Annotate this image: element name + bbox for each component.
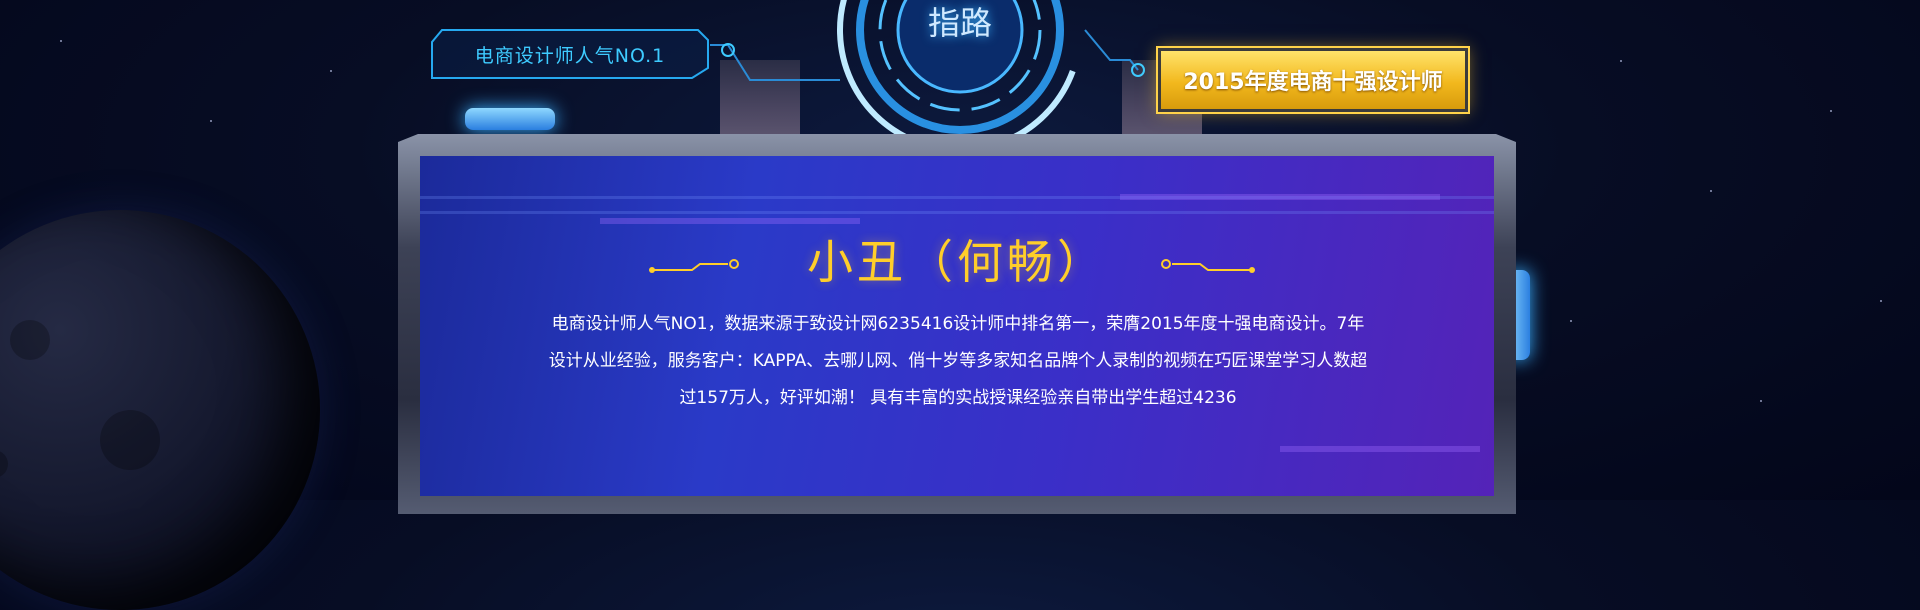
popularity-badge-label: 电商设计师人气NO.1 xyxy=(474,44,666,67)
popularity-badge: 电商设计师人气NO.1 xyxy=(430,28,710,80)
hud-layer: 指路 电商设计师人气NO.1 2015年度电商十强设计师 小丑（何畅） 电商设计… xyxy=(0,0,1920,514)
profile-screen: 小丑（何畅） 电商设计师人气NO1，数据来源于致设计网6235416设计师中排名… xyxy=(420,156,1494,496)
award-badge-label: 2015年度电商十强设计师 xyxy=(1183,70,1443,95)
designer-description: 电商设计师人气NO1，数据来源于致设计网6235416设计师中排名第一，荣膺20… xyxy=(508,306,1408,417)
top-left-lamp xyxy=(465,108,555,130)
description-line: 设计从业经验，服务客户：KAPPA、去哪儿网、俏十岁等多家知名品牌个人录制的视频… xyxy=(548,351,1368,371)
designer-name-title: 小丑（何畅） xyxy=(807,235,1107,289)
description-line: 过157万人，好评如潮！ 具有丰富的实战授课经验亲自带出学生超过4236 xyxy=(679,388,1237,408)
description-line: 电商设计师人气NO1，数据来源于致设计网6235416设计师中排名第一，荣膺20… xyxy=(551,314,1365,334)
award-badge: 2015年度电商十强设计师 xyxy=(1156,46,1470,114)
hud-label: 指路 xyxy=(927,4,992,42)
